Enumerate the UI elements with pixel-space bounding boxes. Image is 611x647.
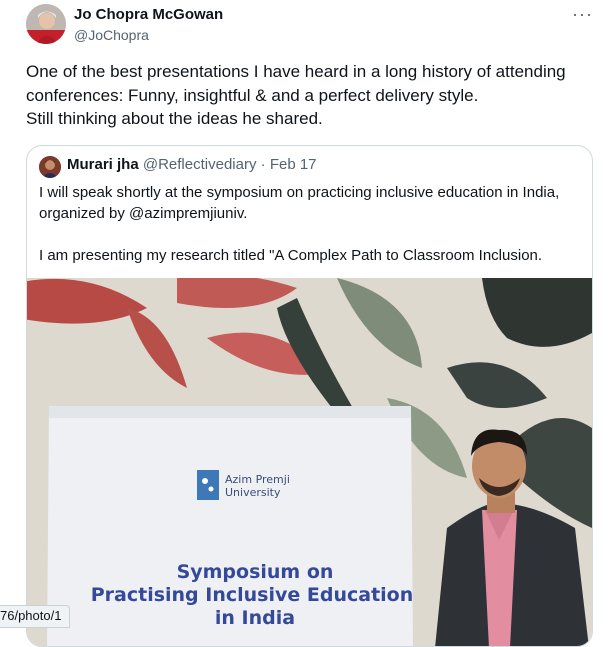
quoted-date[interactable]: Feb 17 (270, 156, 317, 173)
quoted-author-handle[interactable]: @Reflectivediary (143, 156, 257, 173)
quoted-author-avatar[interactable] (39, 156, 61, 178)
quoted-header: Murari jha @Reflectivediary · Feb 17 (67, 156, 317, 173)
status-url: 76/photo/1 (0, 605, 71, 628)
ellipsis-icon: ··· (572, 4, 593, 24)
tweet-text: One of the best presentations I have hea… (26, 62, 566, 128)
quoted-paragraph: I will speak shortly at the symposium on… (39, 184, 560, 222)
quoted-tweet[interactable]: Murari jha @Reflectivediary · Feb 17 I w… (26, 145, 593, 647)
photo-illustration: Azim Premji University Symposium on Prac… (27, 278, 592, 646)
author-avatar[interactable] (26, 4, 66, 44)
quoted-avatar-image (39, 156, 61, 178)
author-name[interactable]: Jo Chopra McGowan (74, 6, 223, 23)
more-options-button[interactable]: ··· (572, 2, 593, 26)
poster-title-line2: Practising Inclusive Education (91, 584, 414, 606)
poster-title-line1: Symposium on (177, 561, 334, 583)
university-logo (197, 470, 219, 500)
author-handle[interactable]: @JoChopra (74, 27, 149, 43)
quoted-photo[interactable]: Azim Premji University Symposium on Prac… (27, 278, 592, 646)
author-avatar-image (26, 4, 66, 44)
university-name-line1: Azim Premji (225, 473, 290, 486)
quoted-separator: · (260, 156, 266, 173)
quoted-paragraph: I am presenting my research titled "A Co… (39, 247, 543, 264)
quoted-author-name[interactable]: Murari jha (67, 156, 139, 173)
quoted-text: I will speak shortly at the symposium on… (39, 182, 584, 266)
university-name-line2: University (225, 486, 281, 499)
